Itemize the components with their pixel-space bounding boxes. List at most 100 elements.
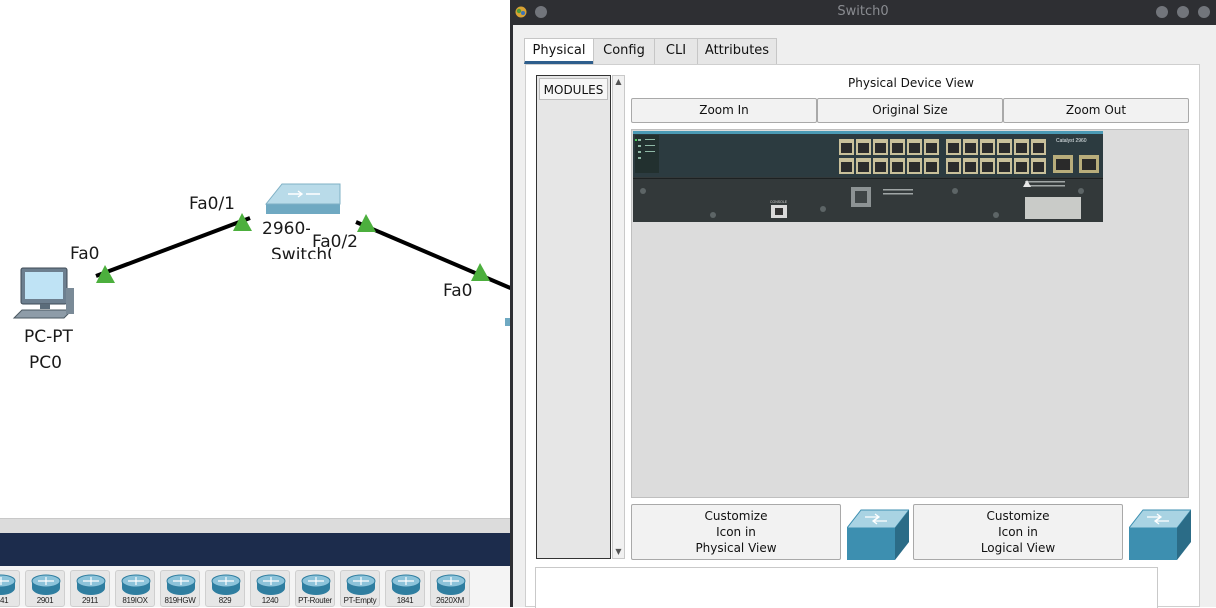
device-strip-label: 1941 xyxy=(0,596,9,605)
scroll-down-icon[interactable]: ▼ xyxy=(614,547,623,557)
device-window: Switch0 Physical Config CLI Attributes M… xyxy=(510,0,1216,608)
router-icon xyxy=(121,574,151,595)
window-left-border xyxy=(510,25,513,607)
switch-icon[interactable] xyxy=(264,183,341,216)
ethernet-port-socket xyxy=(892,143,903,153)
window-title: Switch0 xyxy=(837,4,889,19)
router-icon xyxy=(436,574,466,595)
window-titlebar[interactable]: Switch0 xyxy=(510,0,1216,25)
device-info-textbox[interactable] xyxy=(535,567,1158,608)
ethernet-port-socket xyxy=(982,162,993,172)
router-icon xyxy=(76,574,106,595)
workspace-horizontal-scrollbar[interactable] xyxy=(0,518,510,533)
port-label-right-fa0: Fa0 xyxy=(443,281,473,301)
device-strip-label: 1240 xyxy=(261,596,279,605)
ethernet-port-socket xyxy=(1016,162,1027,172)
zoom-in-button[interactable]: Zoom In xyxy=(631,98,817,123)
switch-front-panel[interactable]: Catalyst 2960 CONSOLE xyxy=(633,131,1103,222)
modules-list[interactable]: MODULES xyxy=(536,75,611,559)
device-strip-item[interactable]: PT-Router xyxy=(295,570,335,607)
device-strip-item[interactable]: 2901 xyxy=(25,570,65,607)
tab-config[interactable]: Config xyxy=(593,38,655,64)
ethernet-port-socket xyxy=(841,162,852,172)
device-strip-label: 829 xyxy=(218,596,232,605)
port-label-pc-fa0: Fa0 xyxy=(70,244,100,264)
device-strip-item[interactable]: 2620XM xyxy=(430,570,470,607)
scroll-up-icon[interactable]: ▲ xyxy=(614,77,623,87)
physical-device-view-title: Physical Device View xyxy=(848,76,974,90)
router-icon xyxy=(211,574,241,595)
device-strip-item[interactable]: PT-Empty xyxy=(340,570,380,607)
device-strip-label: 2911 xyxy=(81,596,98,605)
tab-cli[interactable]: CLI xyxy=(654,38,698,64)
ethernet-port-socket xyxy=(926,162,937,172)
ethernet-port-socket xyxy=(858,143,869,153)
device-strip-label: PT-Router xyxy=(298,596,332,605)
pc-model-label: PC-PT xyxy=(24,327,73,347)
ethernet-port-socket xyxy=(892,162,903,172)
router-icon xyxy=(166,574,196,595)
switch-logical-icon xyxy=(1129,509,1191,560)
device-strip-item[interactable]: 1841 xyxy=(385,570,425,607)
router-icon xyxy=(301,574,331,595)
device-strip-item[interactable]: 819IOX xyxy=(115,570,155,607)
ethernet-port-socket xyxy=(858,162,869,172)
ethernet-port-socket xyxy=(909,143,920,153)
logical-workspace[interactable]: Fa0 Fa0/1 Fa0/2 Fa0 PC-PT PC0 2960-24TT … xyxy=(0,0,510,607)
ethernet-port-socket xyxy=(1016,143,1027,153)
physical-device-viewport[interactable]: Catalyst 2960 CONSOLE xyxy=(631,129,1189,498)
device-strip-label: PT-Empty xyxy=(343,596,377,605)
router-icon xyxy=(256,574,286,595)
device-type-strip: 1941 2901 2911 819IOX 819HGW 829 1240 PT-Router… xyxy=(0,566,510,607)
device-strip-label: 2901 xyxy=(36,596,54,605)
original-size-button[interactable]: Original Size xyxy=(817,98,1003,123)
router-icon xyxy=(346,574,376,595)
modules-header[interactable]: MODULES xyxy=(539,78,608,100)
ethernet-port-socket xyxy=(841,143,852,153)
ethernet-port-socket xyxy=(999,162,1010,172)
ethernet-port-socket xyxy=(965,162,976,172)
ethernet-port-socket xyxy=(926,143,937,153)
tab-physical[interactable]: Physical xyxy=(524,38,594,64)
router-icon xyxy=(31,574,61,595)
router-icon xyxy=(0,574,16,595)
close-button[interactable] xyxy=(1198,6,1210,18)
port-label-sw-fa02: Fa0/2 xyxy=(312,232,358,252)
maximize-button[interactable] xyxy=(1177,6,1189,18)
customize-icon-logical-view-button[interactable]: Customize Icon in Logical View xyxy=(913,504,1123,560)
ethernet-port-socket xyxy=(965,143,976,153)
link-pc0-switch0[interactable] xyxy=(95,216,251,278)
modules-scrollbar[interactable]: ▲ ▼ xyxy=(612,75,625,559)
tab-attributes[interactable]: Attributes xyxy=(697,38,777,64)
ethernet-port-socket xyxy=(948,162,959,172)
port-label-sw-fa01: Fa0/1 xyxy=(189,194,235,214)
device-strip-item[interactable]: 1240 xyxy=(250,570,290,607)
device-strip-item[interactable]: 829 xyxy=(205,570,245,607)
svg-text:CONSOLE: CONSOLE xyxy=(770,200,788,204)
device-strip-item[interactable]: 2911 xyxy=(70,570,110,607)
ethernet-port-socket xyxy=(948,143,959,153)
device-strip-item[interactable]: 1941 xyxy=(0,570,20,607)
switch-brand-label: Catalyst 2960 xyxy=(1056,138,1087,144)
switch-model-label: 2960-24TT xyxy=(262,219,310,239)
ethernet-port-socket xyxy=(1033,143,1044,153)
ethernet-port-socket xyxy=(999,143,1010,153)
ethernet-port-socket xyxy=(982,143,993,153)
zoom-out-button[interactable]: Zoom Out xyxy=(1003,98,1189,123)
ethernet-port-socket xyxy=(909,162,920,172)
device-strip-label: 819HGW xyxy=(164,596,196,605)
ethernet-port-socket xyxy=(1033,162,1044,172)
device-category-bar xyxy=(0,533,510,566)
device-strip-label: 1841 xyxy=(396,596,414,605)
router-icon xyxy=(391,574,421,595)
ethernet-port-socket xyxy=(875,162,886,172)
switch-physical-icon xyxy=(847,509,909,560)
customize-icon-physical-view-button[interactable]: Customize Icon in Physical View xyxy=(631,504,841,560)
device-strip-item[interactable]: 819HGW xyxy=(160,570,200,607)
ethernet-port-socket xyxy=(875,143,886,153)
device-strip-label: 2620XM xyxy=(436,596,464,605)
minimize-button[interactable] xyxy=(1156,6,1168,18)
physical-tab-panel: MODULES ▲ ▼ Physical Device View Zoom In… xyxy=(525,64,1200,608)
device-strip-label: 819IOX xyxy=(122,596,148,605)
pc-icon[interactable] xyxy=(12,267,74,319)
